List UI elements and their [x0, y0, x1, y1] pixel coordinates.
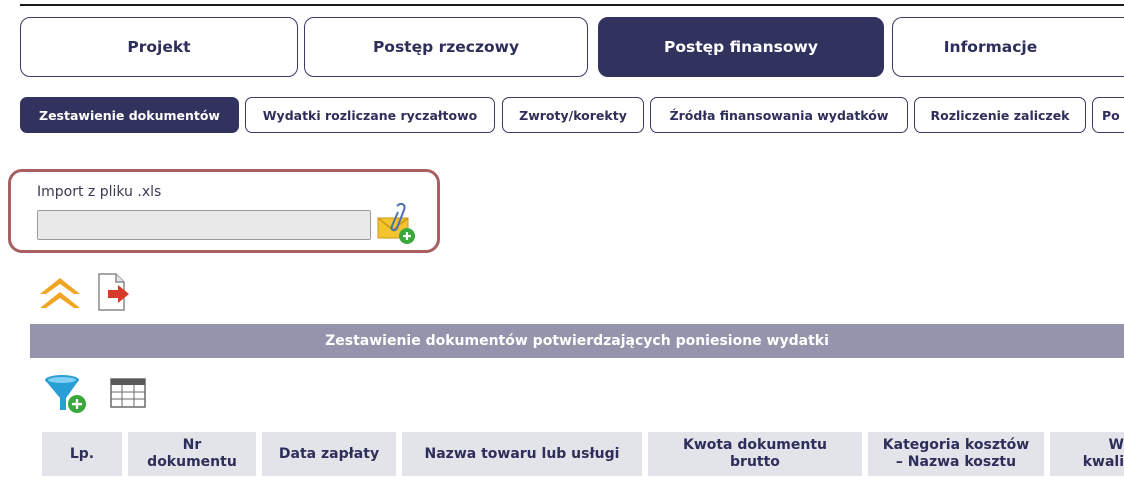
column-header-kategoria-kosztow-label: Kategoria kosztów – Nazwa kosztu [882, 437, 1030, 470]
export-document-icon[interactable] [96, 272, 132, 312]
table-title-bar: Zestawienie dokumentów potwierdzających … [30, 324, 1124, 358]
tab-postep-rzeczowy[interactable]: Postęp rzeczowy [304, 17, 588, 77]
import-file-input[interactable] [37, 210, 371, 240]
column-header-lp[interactable]: Lp. [42, 432, 122, 476]
add-filter-icon[interactable] [42, 374, 90, 416]
column-header-w-kwali-label: W kwali [1082, 437, 1124, 470]
column-header-data-zaplaty[interactable]: Data zapłaty [262, 432, 396, 476]
tab-postep-finansowy[interactable]: Postęp finansowy [598, 17, 884, 77]
subtab-po[interactable]: Po [1092, 97, 1124, 133]
subtab-zwroty-korekty[interactable]: Zwroty/korekty [502, 97, 644, 133]
import-section: Import z pliku .xls [8, 169, 440, 253]
column-header-nr-dokumentu-label: Nr dokumentu [147, 437, 237, 470]
import-label: Import z pliku .xls [37, 184, 162, 200]
attach-envelope-add-icon[interactable] [375, 202, 417, 246]
table-view-icon[interactable] [110, 378, 146, 408]
column-header-nr-dokumentu[interactable]: Nr dokumentu [128, 432, 256, 476]
column-header-data-zaplaty-label: Data zapłaty [278, 445, 380, 462]
subtab-rozliczenie-zaliczek[interactable]: Rozliczenie zaliczek [914, 97, 1086, 133]
tab-informacje[interactable]: Informacje [892, 17, 1124, 77]
top-rule [20, 4, 1124, 6]
subtab-wydatki-ryczaltowo[interactable]: Wydatki rozliczane ryczałtowo [245, 97, 495, 133]
column-header-w-kwali[interactable]: W kwali [1050, 432, 1124, 476]
tab-projekt[interactable]: Projekt [20, 17, 298, 77]
column-header-kategoria-kosztow[interactable]: Kategoria kosztów – Nazwa kosztu [868, 432, 1044, 476]
tab-informacje-label: Informacje [943, 38, 1038, 56]
subtab-zrodla-finansowania[interactable]: Źródła finansowania wydatków [650, 97, 908, 133]
collapse-up-icon[interactable] [38, 276, 82, 312]
column-header-kwota-dokumentu[interactable]: Kwota dokumentu brutto [648, 432, 862, 476]
column-header-lp-label: Lp. [69, 445, 95, 462]
column-header-kwota-dokumentu-label: Kwota dokumentu brutto [682, 437, 828, 470]
column-header-nazwa-towaru-label: Nazwa towaru lub usługi [424, 445, 620, 462]
column-header-nazwa-towaru[interactable]: Nazwa towaru lub usługi [402, 432, 642, 476]
subtab-zestawienie-dokumentow[interactable]: Zestawienie dokumentów [20, 97, 239, 133]
